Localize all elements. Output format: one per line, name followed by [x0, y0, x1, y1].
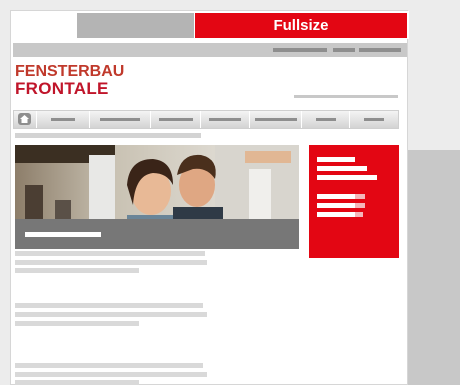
- text-line: [15, 251, 205, 256]
- nav-item[interactable]: [151, 111, 201, 128]
- breadcrumb: [15, 133, 201, 138]
- nav-item[interactable]: [302, 111, 350, 128]
- nav-item-home[interactable]: [14, 111, 37, 128]
- hero-caption: [15, 219, 299, 249]
- nav-item[interactable]: [37, 111, 90, 128]
- nav-item[interactable]: [90, 111, 151, 128]
- text-line: [15, 363, 203, 368]
- text-line: [15, 303, 203, 308]
- page-preview: Fullsize FENSTERBAU FRONTALE: [10, 10, 409, 385]
- logo-line-1: FENSTERBAU: [15, 63, 125, 80]
- tab-mobile[interactable]: [77, 13, 194, 38]
- scrollbar[interactable]: [408, 150, 460, 385]
- text-line: [15, 268, 139, 273]
- meta-navigation: [13, 43, 407, 57]
- tab-fullsize[interactable]: Fullsize: [195, 13, 407, 38]
- text-line: [15, 321, 139, 326]
- sidebar-teaser[interactable]: [309, 145, 399, 258]
- text-line: [15, 372, 207, 377]
- home-icon: [18, 113, 31, 125]
- meta-link[interactable]: [273, 48, 327, 52]
- meta-link[interactable]: [333, 48, 355, 52]
- nav-item[interactable]: [250, 111, 302, 128]
- nav-item[interactable]: [350, 111, 398, 128]
- search-field[interactable]: [294, 95, 398, 98]
- nav-item[interactable]: [201, 111, 250, 128]
- main-navigation: [13, 110, 399, 129]
- text-line: [15, 312, 207, 317]
- text-line: [15, 380, 139, 385]
- view-tab-bar: Fullsize: [11, 11, 409, 39]
- site-logo[interactable]: FENSTERBAU FRONTALE: [15, 64, 125, 100]
- meta-link[interactable]: [359, 48, 401, 52]
- text-line: [15, 260, 207, 265]
- hero-caption-text: [25, 232, 101, 237]
- logo-line-2: FRONTALE: [15, 79, 109, 98]
